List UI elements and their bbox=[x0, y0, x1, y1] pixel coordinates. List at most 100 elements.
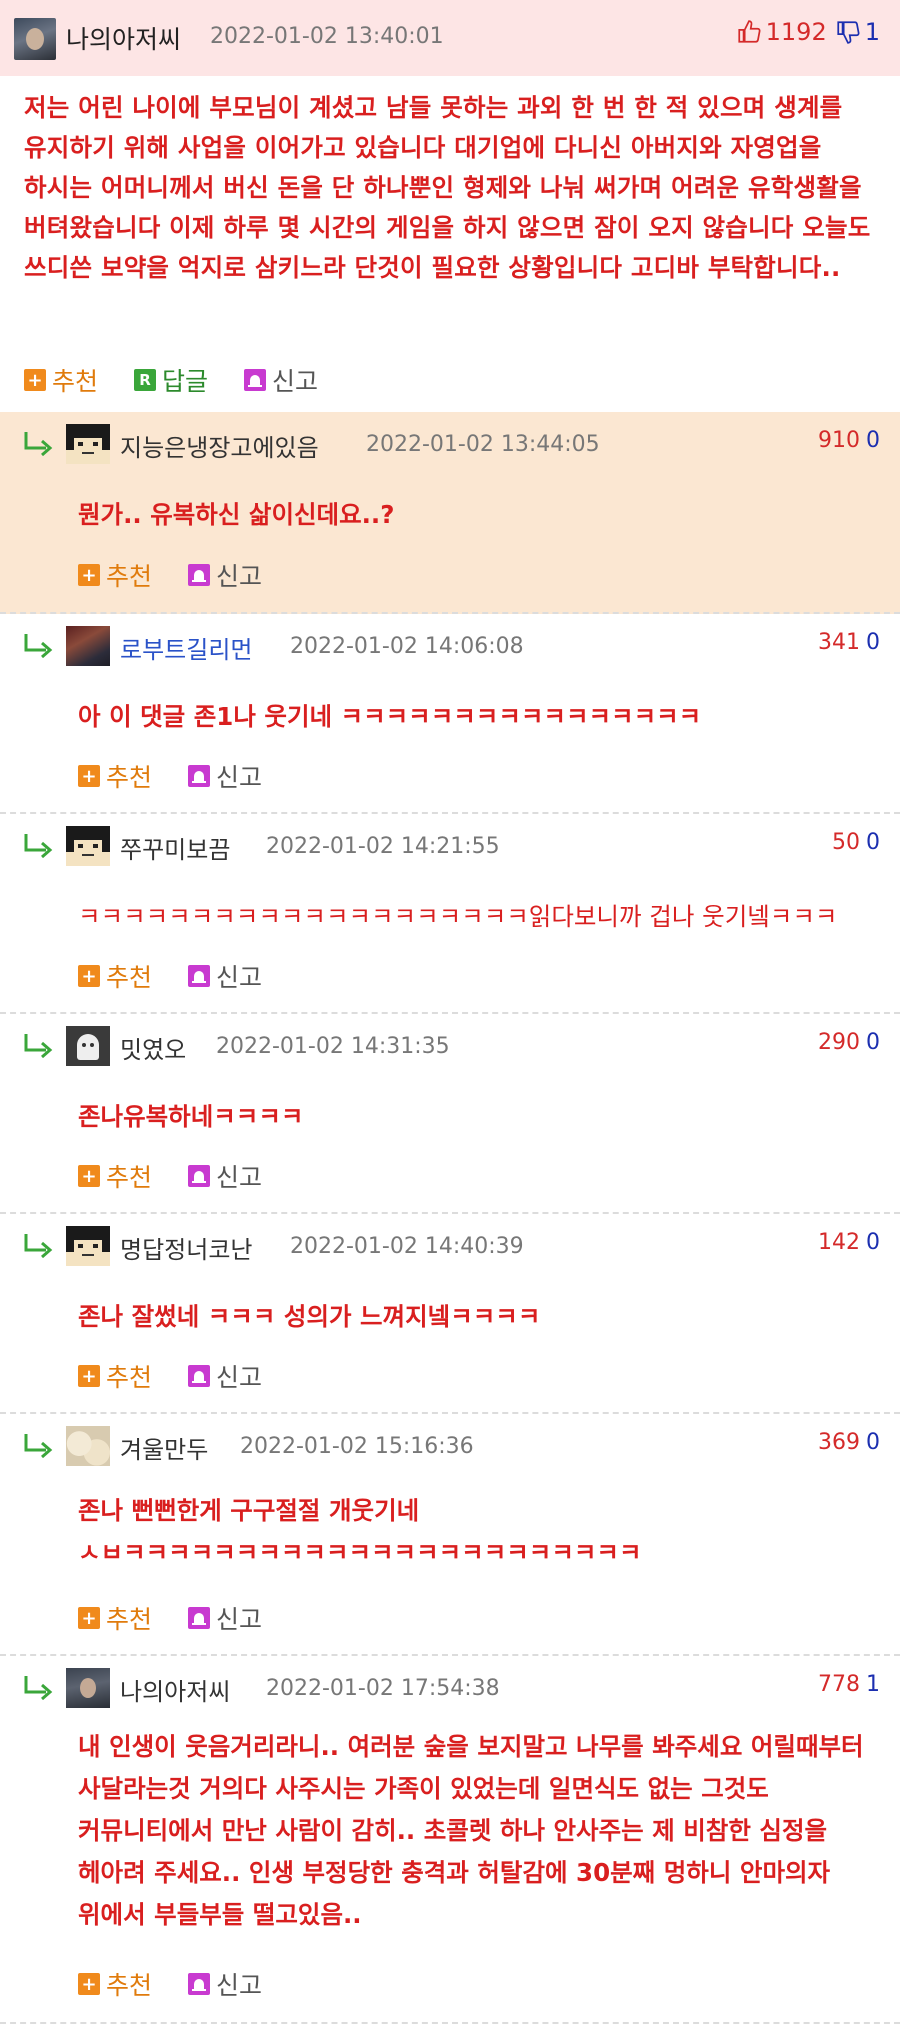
upvote-count: 290 bbox=[818, 1030, 860, 1055]
comment-item: 명답정너코난 2022-01-02 14:40:39 142 0 존나 잘썼네 ㅋ… bbox=[0, 1214, 900, 1414]
reply-icon: R bbox=[134, 369, 157, 391]
report-label: 신고 bbox=[216, 963, 263, 992]
recommend-button[interactable]: + 추천 bbox=[78, 1600, 152, 1636]
avatar[interactable] bbox=[66, 626, 110, 666]
upvote-count: 910 bbox=[818, 428, 860, 453]
plus-icon: + bbox=[78, 765, 100, 787]
comment-votes: 910 0 bbox=[818, 428, 880, 453]
comment-date: 2022-01-02 14:31:35 bbox=[216, 1034, 450, 1059]
avatar[interactable] bbox=[66, 1226, 110, 1266]
comment-author[interactable]: 쭈꾸미보끔 bbox=[120, 830, 230, 865]
post-header: 나의아저씨 2022-01-02 13:40:01 1192 1 bbox=[0, 0, 900, 76]
report-button[interactable]: 신고 bbox=[188, 1600, 262, 1636]
comment-text: 존나 잘썼네 ㅋㅋㅋ 성의가 느껴지넼ㅋㅋㅋㅋ bbox=[78, 1302, 541, 1331]
reply-arrow-icon bbox=[24, 432, 53, 456]
downvote-count: 0 bbox=[866, 1430, 880, 1455]
post-date: 2022-01-02 13:40:01 bbox=[210, 24, 444, 49]
report-label: 신고 bbox=[216, 1971, 263, 2000]
report-button[interactable]: 신고 bbox=[188, 1966, 262, 2002]
thumbs-up-icon[interactable] bbox=[736, 19, 762, 45]
comment-date: 2022-01-02 13:44:05 bbox=[366, 432, 600, 457]
report-label: 신고 bbox=[216, 1605, 263, 1634]
plus-icon: + bbox=[78, 1607, 100, 1629]
comment-actions: + 추천 신고 bbox=[78, 557, 298, 593]
comment-author[interactable]: 나의아저씨 bbox=[120, 1672, 230, 1707]
comment-author[interactable]: 지능은냉장고에있음 bbox=[120, 428, 319, 463]
comment-date: 2022-01-02 14:21:55 bbox=[266, 834, 500, 859]
post-votes: 1192 1 bbox=[736, 18, 880, 46]
plus-icon: + bbox=[78, 564, 100, 586]
upvote-count: 1192 bbox=[765, 18, 827, 46]
reply-arrow-icon bbox=[24, 1676, 53, 1700]
avatar[interactable] bbox=[66, 1026, 110, 1066]
report-label: 신고 bbox=[216, 763, 263, 792]
comment-text: ㅋㅋㅋㅋㅋㅋㅋㅋㅋㅋㅋㅋㅋㅋㅋㅋㅋㅋㅋㅋ읽다보니까 겁나 웃기넼ㅋㅋㅋ bbox=[78, 902, 838, 931]
recommend-button[interactable]: + 추천 bbox=[78, 958, 152, 994]
report-button[interactable]: 신고 bbox=[188, 758, 262, 794]
report-button[interactable]: 신고 bbox=[188, 1158, 262, 1194]
downvote-count: 1 bbox=[866, 1672, 880, 1697]
comment-item: 지능은냉장고에있음 2022-01-02 13:44:05 910 0 뭔가.. … bbox=[0, 412, 900, 614]
downvote-count: 0 bbox=[866, 1030, 880, 1055]
comment-text: 아 이 댓글 존1나 웃기네 ㅋㅋㅋㅋㅋㅋㅋㅋㅋㅋㅋㅋㅋㅋㅋㅋ bbox=[78, 702, 702, 731]
plus-icon: + bbox=[78, 1973, 100, 1995]
upvote-count: 50 bbox=[832, 830, 860, 855]
reply-arrow-icon bbox=[24, 1434, 53, 1458]
comment-author[interactable]: 겨울만두 bbox=[120, 1430, 208, 1465]
siren-icon bbox=[188, 765, 211, 787]
recommend-label: 추천 bbox=[106, 763, 153, 792]
upvote-count: 142 bbox=[818, 1230, 860, 1255]
recommend-button[interactable]: + 추천 bbox=[78, 1158, 152, 1194]
avatar[interactable] bbox=[66, 826, 110, 866]
downvote-count: 0 bbox=[866, 1230, 880, 1255]
avatar[interactable] bbox=[66, 1668, 110, 1708]
comment-date: 2022-01-02 14:06:08 bbox=[290, 634, 524, 659]
recommend-button[interactable]: + 추천 bbox=[24, 362, 98, 398]
recommend-label: 추천 bbox=[52, 367, 99, 396]
upvote-count: 341 bbox=[818, 630, 860, 655]
post-author[interactable]: 나의아저씨 bbox=[66, 20, 181, 56]
post-body: 저는 어린 나이에 부모님이 계셨고 남들 못하는 과외 한 번 한 적 있으며… bbox=[24, 93, 871, 282]
recommend-button[interactable]: + 추천 bbox=[78, 1966, 152, 2002]
comment-votes: 142 0 bbox=[818, 1230, 880, 1255]
comment-date: 2022-01-02 15:16:36 bbox=[240, 1434, 474, 1459]
recommend-button[interactable]: + 추천 bbox=[78, 557, 152, 593]
comment-item: 밋였오 2022-01-02 14:31:35 290 0 존나유복하네ㅋㅋㅋㅋ … bbox=[0, 1014, 900, 1214]
comment-item: 로부트길리먼 2022-01-02 14:06:08 341 0 아 이 댓글 존… bbox=[0, 614, 900, 814]
comment-item: 쭈꾸미보끔 2022-01-02 14:21:55 50 0 ㅋㅋㅋㅋㅋㅋㅋㅋㅋㅋ… bbox=[0, 814, 900, 1014]
reply-button[interactable]: R 답글 bbox=[134, 362, 208, 398]
comment-author[interactable]: 명답정너코난 bbox=[120, 1230, 252, 1265]
recommend-label: 추천 bbox=[106, 1971, 153, 2000]
comment-author[interactable]: 로부트길리먼 bbox=[120, 630, 252, 665]
comment-author[interactable]: 밋였오 bbox=[120, 1030, 186, 1065]
siren-icon bbox=[188, 1165, 211, 1187]
thumbs-down-icon[interactable] bbox=[835, 19, 861, 45]
comment-text: 내 인생이 웃음거리라니.. 여러분 숲을 보지말고 나무를 봐주세요 어릴때부… bbox=[78, 1732, 864, 1929]
comment-votes: 50 0 bbox=[832, 830, 880, 855]
report-button[interactable]: 신고 bbox=[188, 557, 262, 593]
recommend-label: 추천 bbox=[106, 1163, 153, 1192]
comment-item: 나의아저씨 2022-01-02 17:54:38 778 1 내 인생이 웃음거… bbox=[0, 1656, 900, 2024]
siren-icon bbox=[188, 564, 211, 586]
report-button[interactable]: 신고 bbox=[188, 958, 262, 994]
reply-arrow-icon bbox=[24, 634, 53, 658]
post-actions: + 추천 R 답글 신고 bbox=[24, 362, 354, 398]
comment-text: 존나유복하네ㅋㅋㅋㅋ bbox=[78, 1102, 304, 1131]
recommend-label: 추천 bbox=[106, 562, 153, 591]
reply-arrow-icon bbox=[24, 1034, 53, 1058]
siren-icon bbox=[188, 1607, 211, 1629]
comment-text: 뭔가.. 유복하신 삶이신데요..? bbox=[78, 500, 395, 529]
recommend-button[interactable]: + 추천 bbox=[78, 1358, 152, 1394]
report-button[interactable]: 신고 bbox=[188, 1358, 262, 1394]
avatar[interactable] bbox=[66, 1426, 110, 1466]
comment-actions: + 추천 신고 bbox=[78, 1966, 298, 2002]
plus-icon: + bbox=[24, 369, 46, 391]
avatar[interactable] bbox=[14, 18, 56, 60]
report-label: 신고 bbox=[272, 367, 319, 396]
comment-actions: + 추천 신고 bbox=[78, 1600, 298, 1636]
report-button[interactable]: 신고 bbox=[244, 362, 318, 398]
avatar[interactable] bbox=[66, 424, 110, 464]
upvote-count: 369 bbox=[818, 1430, 860, 1455]
upvote-count: 778 bbox=[818, 1672, 860, 1697]
recommend-button[interactable]: + 추천 bbox=[78, 758, 152, 794]
